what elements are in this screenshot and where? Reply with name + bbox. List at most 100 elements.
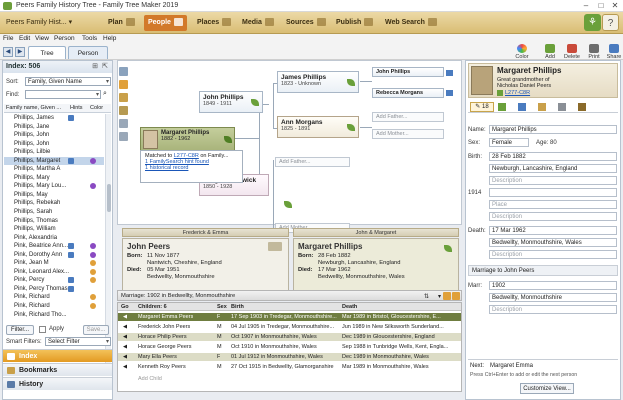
spouse-panel[interactable]: John Peers Born: 11 Nov 1877 Nantwich, Ch… bbox=[122, 238, 289, 296]
hint-icon[interactable] bbox=[68, 157, 74, 164]
children-col-header[interactable]: Birth bbox=[231, 303, 244, 311]
birth-date-field[interactable]: 28 Feb 1882 bbox=[489, 152, 617, 161]
index-name-row[interactable]: Phillips, Jane bbox=[4, 123, 104, 132]
index-name-row[interactable]: Pink, Percy bbox=[4, 276, 104, 285]
tab-tree[interactable]: Tree bbox=[28, 46, 66, 59]
filter-button[interactable]: Filter... bbox=[6, 325, 34, 335]
birth-description-field[interactable]: Description bbox=[489, 176, 617, 185]
child-row[interactable]: ◀ Mary Ella Peers F 01 Jul 1912 in Monmouth… bbox=[118, 353, 461, 362]
death-description-field[interactable]: Description bbox=[489, 250, 617, 259]
person-family-header[interactable]: John & Margaret bbox=[293, 228, 459, 237]
hint-icon[interactable] bbox=[68, 243, 74, 250]
child-row[interactable]: ◀ Horace Philip Peers M Oct 1907 in Monmout… bbox=[118, 333, 461, 342]
tab-plan[interactable]: Plan bbox=[106, 15, 135, 31]
go-to-child-icon[interactable]: ◀ bbox=[123, 343, 127, 351]
tab-publish[interactable]: Publish bbox=[334, 15, 374, 31]
index-name-row[interactable]: Phillips, Sarah bbox=[4, 208, 104, 217]
tab-person[interactable]: Person bbox=[68, 46, 108, 59]
sort-children-icon[interactable]: ▾ bbox=[438, 292, 441, 302]
person-photo[interactable] bbox=[471, 66, 493, 95]
go-to-child-icon[interactable]: ◀ bbox=[123, 353, 127, 361]
help-icon[interactable]: ? bbox=[602, 14, 619, 31]
menu-help[interactable]: Help bbox=[103, 35, 116, 42]
child-row[interactable]: ◀ Horace George Peers M Oct 1910 in Monmout… bbox=[118, 343, 461, 351]
index-name-row[interactable]: Pink, Alexandria bbox=[4, 234, 104, 243]
marriage-description-field[interactable]: Description bbox=[489, 305, 617, 314]
save-filter-button[interactable]: Save... bbox=[83, 325, 109, 335]
menu-view[interactable]: View bbox=[35, 35, 49, 42]
hint-leaf-icon[interactable] bbox=[251, 99, 259, 106]
menu-tools[interactable]: Tools bbox=[82, 35, 97, 42]
apply-checkbox[interactable] bbox=[39, 326, 46, 333]
marriage-date-field[interactable]: 1902 bbox=[489, 281, 617, 290]
person-panel[interactable]: Margaret Phillips Born: 28 Feb 1882 Newbu… bbox=[293, 238, 459, 296]
tab-facts[interactable]: ✎ 18 bbox=[470, 102, 494, 112]
tree-name-dropdown[interactable]: Peers Family Hist... ▾ bbox=[4, 15, 72, 31]
nav-history[interactable]: History bbox=[3, 377, 112, 390]
death-place-field[interactable]: Bedwellty, Monmouthshire, Wales bbox=[489, 238, 617, 247]
maximize-button[interactable]: □ bbox=[594, 1, 608, 11]
index-name-row[interactable]: Phillips, Martha A bbox=[4, 165, 104, 174]
gg-parent-box[interactable]: Rebecca Morgans bbox=[372, 88, 444, 98]
add-bookmark-icon[interactable]: ⊞ bbox=[92, 61, 98, 73]
menu-edit[interactable]: Edit bbox=[19, 35, 30, 42]
index-name-row[interactable]: Phillips, James bbox=[4, 114, 104, 123]
familysearch-id-link[interactable]: L277-C8R bbox=[505, 90, 530, 96]
spouse-family-header[interactable]: Frederick & Emma bbox=[122, 228, 289, 237]
go-to-child-icon[interactable]: ◀ bbox=[123, 313, 127, 321]
hint-icon[interactable] bbox=[68, 285, 74, 292]
expand-icon[interactable]: ⇱ bbox=[102, 61, 108, 73]
children-col-header[interactable]: Death bbox=[342, 303, 357, 311]
hint-leaf-icon[interactable] bbox=[347, 79, 355, 86]
index-name-row[interactable]: Phillips, Lilbie bbox=[4, 148, 104, 157]
index-name-row[interactable]: Phillips, Mary bbox=[4, 174, 104, 183]
pedigree-view-icon[interactable] bbox=[119, 80, 128, 89]
tab-media[interactable]: Media bbox=[240, 15, 274, 31]
tasks-icon[interactable] bbox=[558, 103, 566, 111]
father-box[interactable]: John Phillips 1849 - 1911 bbox=[199, 91, 263, 113]
index-name-row[interactable]: Pink, Leonard Alex... bbox=[4, 268, 104, 277]
col-color[interactable]: Color bbox=[90, 104, 103, 113]
index-name-row[interactable]: Phillips, Thomas bbox=[4, 217, 104, 226]
descendant-view-icon[interactable] bbox=[119, 106, 128, 115]
historical-record-link[interactable]: 1 historical record bbox=[145, 165, 188, 171]
index-name-row[interactable]: Pink, Richard bbox=[4, 302, 104, 311]
close-button[interactable]: ✕ bbox=[608, 1, 622, 11]
index-name-row[interactable]: Pink, Dorothy Ann bbox=[4, 251, 104, 260]
customize-view-button[interactable]: Customize View... bbox=[520, 383, 574, 394]
index-name-row[interactable]: Phillips, John bbox=[4, 140, 104, 149]
tab-people[interactable]: People bbox=[144, 15, 187, 31]
index-name-row[interactable]: Phillips, Rebekah bbox=[4, 199, 104, 208]
add-mother-box[interactable]: Add Mother... bbox=[372, 129, 444, 139]
zoom-icon[interactable] bbox=[119, 67, 128, 76]
hint-leaf-icon[interactable] bbox=[444, 245, 452, 252]
col-name[interactable]: Family name, Given ... bbox=[6, 104, 61, 113]
child-row[interactable]: ◀ Frederick John Peers M 04 Jul 1905 in Tre… bbox=[118, 323, 461, 331]
family-view-icon[interactable] bbox=[119, 93, 128, 102]
tab-places[interactable]: Places bbox=[195, 15, 232, 31]
hint-icon[interactable] bbox=[68, 277, 74, 284]
children-col-header[interactable]: Children: 6 bbox=[138, 303, 167, 311]
tab-sources[interactable]: Sources bbox=[284, 15, 326, 31]
tab-web-search[interactable]: Web Search bbox=[383, 15, 437, 31]
find-search-icon[interactable]: ⌕ bbox=[103, 90, 107, 98]
expand-arrow-icon[interactable] bbox=[446, 90, 453, 96]
expand-arrow-icon[interactable] bbox=[446, 70, 453, 76]
index-name-row[interactable]: Phillips, John bbox=[4, 131, 104, 140]
col-hints[interactable]: Hints bbox=[70, 104, 83, 113]
name-field[interactable]: Margaret Phillips bbox=[489, 125, 617, 134]
focus-person-box[interactable]: Margaret Phillips 1882 - 1962 bbox=[140, 127, 235, 152]
refresh-icon[interactable] bbox=[443, 292, 451, 300]
marriage-section-header[interactable]: Marriage to John Peers bbox=[468, 265, 618, 276]
forward-button[interactable]: ▶ bbox=[15, 47, 25, 57]
go-to-child-icon[interactable]: ◀ bbox=[123, 333, 127, 341]
notes-icon[interactable] bbox=[518, 103, 526, 111]
index-name-row[interactable]: Pink, Richard Tho... bbox=[4, 311, 104, 320]
child-row[interactable]: ◀ Margaret Emma Peers F 17 Sep 1903 in Tred… bbox=[118, 313, 461, 322]
edit-icon[interactable] bbox=[452, 292, 460, 300]
birth-place-field[interactable]: Newburgh, Lancashire, England bbox=[489, 164, 617, 173]
nav-bookmarks[interactable]: Bookmarks bbox=[3, 363, 112, 376]
index-name-row[interactable]: Phillips, Margaret bbox=[4, 156, 104, 166]
media-icon[interactable] bbox=[538, 103, 546, 111]
spouse-options-icon[interactable] bbox=[268, 242, 282, 251]
